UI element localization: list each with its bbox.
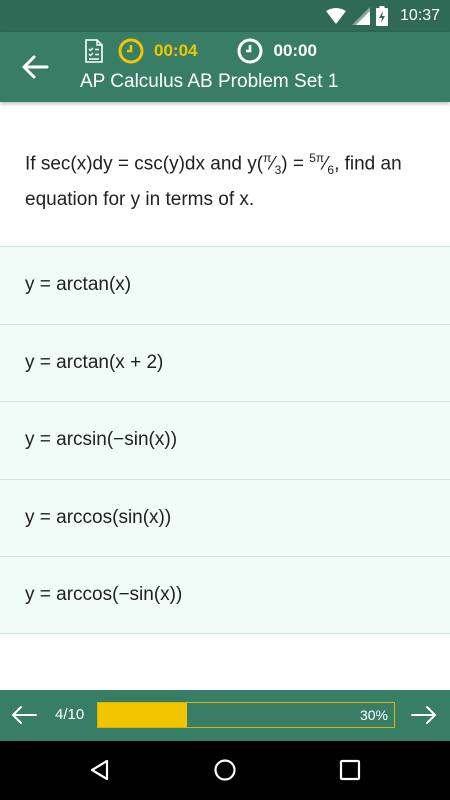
question-five-pi: 5π: [309, 151, 325, 165]
total-timer-icon: [237, 38, 263, 64]
status-icons: 10:37: [325, 4, 440, 28]
status-bar: 10:37: [0, 0, 450, 32]
system-navigation-bar: [0, 741, 450, 800]
answer-label: y = arcsin(−sin(x)): [25, 429, 178, 451]
wifi-icon: [325, 8, 346, 24]
timers: 00:04 00:00: [84, 38, 317, 64]
answer-option-5[interactable]: y = arccos(−sin(x)): [0, 556, 450, 634]
answer-label: y = arctan(x): [25, 274, 132, 296]
next-question-arrow-icon[interactable]: [410, 703, 438, 727]
question-list-icon[interactable]: [84, 39, 104, 63]
question-timer: 00:04: [154, 41, 198, 60]
back-arrow-icon[interactable]: [20, 53, 50, 81]
status-time: 10:37: [399, 7, 440, 24]
answer-label: y = arccos(−sin(x)): [25, 584, 183, 606]
answer-label: y = arctan(x + 2): [25, 351, 164, 373]
answer-option-2[interactable]: y = arctan(x + 2): [0, 323, 450, 402]
battery-icon: [375, 6, 388, 26]
signal-icon: [351, 7, 370, 25]
question-timer-icon: [118, 38, 144, 64]
progress-percent: 30%: [359, 707, 388, 723]
answer-option-1[interactable]: y = arctan(x): [0, 246, 450, 324]
home-circle-icon[interactable]: [213, 758, 237, 782]
answer-option-3[interactable]: y = arcsin(−sin(x)): [0, 401, 450, 479]
total-timer: 00:00: [273, 41, 317, 60]
question-text-before: If sec(x)dy = csc(y)dx and y(: [25, 153, 264, 175]
answer-list: y = arctan(x) y = arctan(x + 2) y = arcs…: [0, 246, 450, 634]
progress-navigation-bar: 4/10 30%: [0, 690, 450, 741]
answer-label: y = arccos(sin(x)): [25, 507, 172, 529]
question-text-mid: ) =: [281, 153, 310, 175]
previous-question-arrow-icon[interactable]: [10, 703, 38, 727]
question-counter: 4/10: [55, 706, 85, 723]
page-title: AP Calculus AB Problem Set 1: [80, 71, 339, 92]
progress-fill: [98, 703, 187, 727]
answer-option-4[interactable]: y = arccos(sin(x)): [0, 478, 450, 557]
app-bar: 00:04 00:00 AP Calculus AB Problem Set 1: [0, 32, 450, 102]
question-text: If sec(x)dy = csc(y)dx and y(π⁄3) = 5π⁄6…: [25, 143, 425, 215]
back-triangle-icon[interactable]: [88, 758, 112, 782]
recents-square-icon[interactable]: [338, 758, 362, 782]
progress-track: 30%: [97, 702, 395, 728]
